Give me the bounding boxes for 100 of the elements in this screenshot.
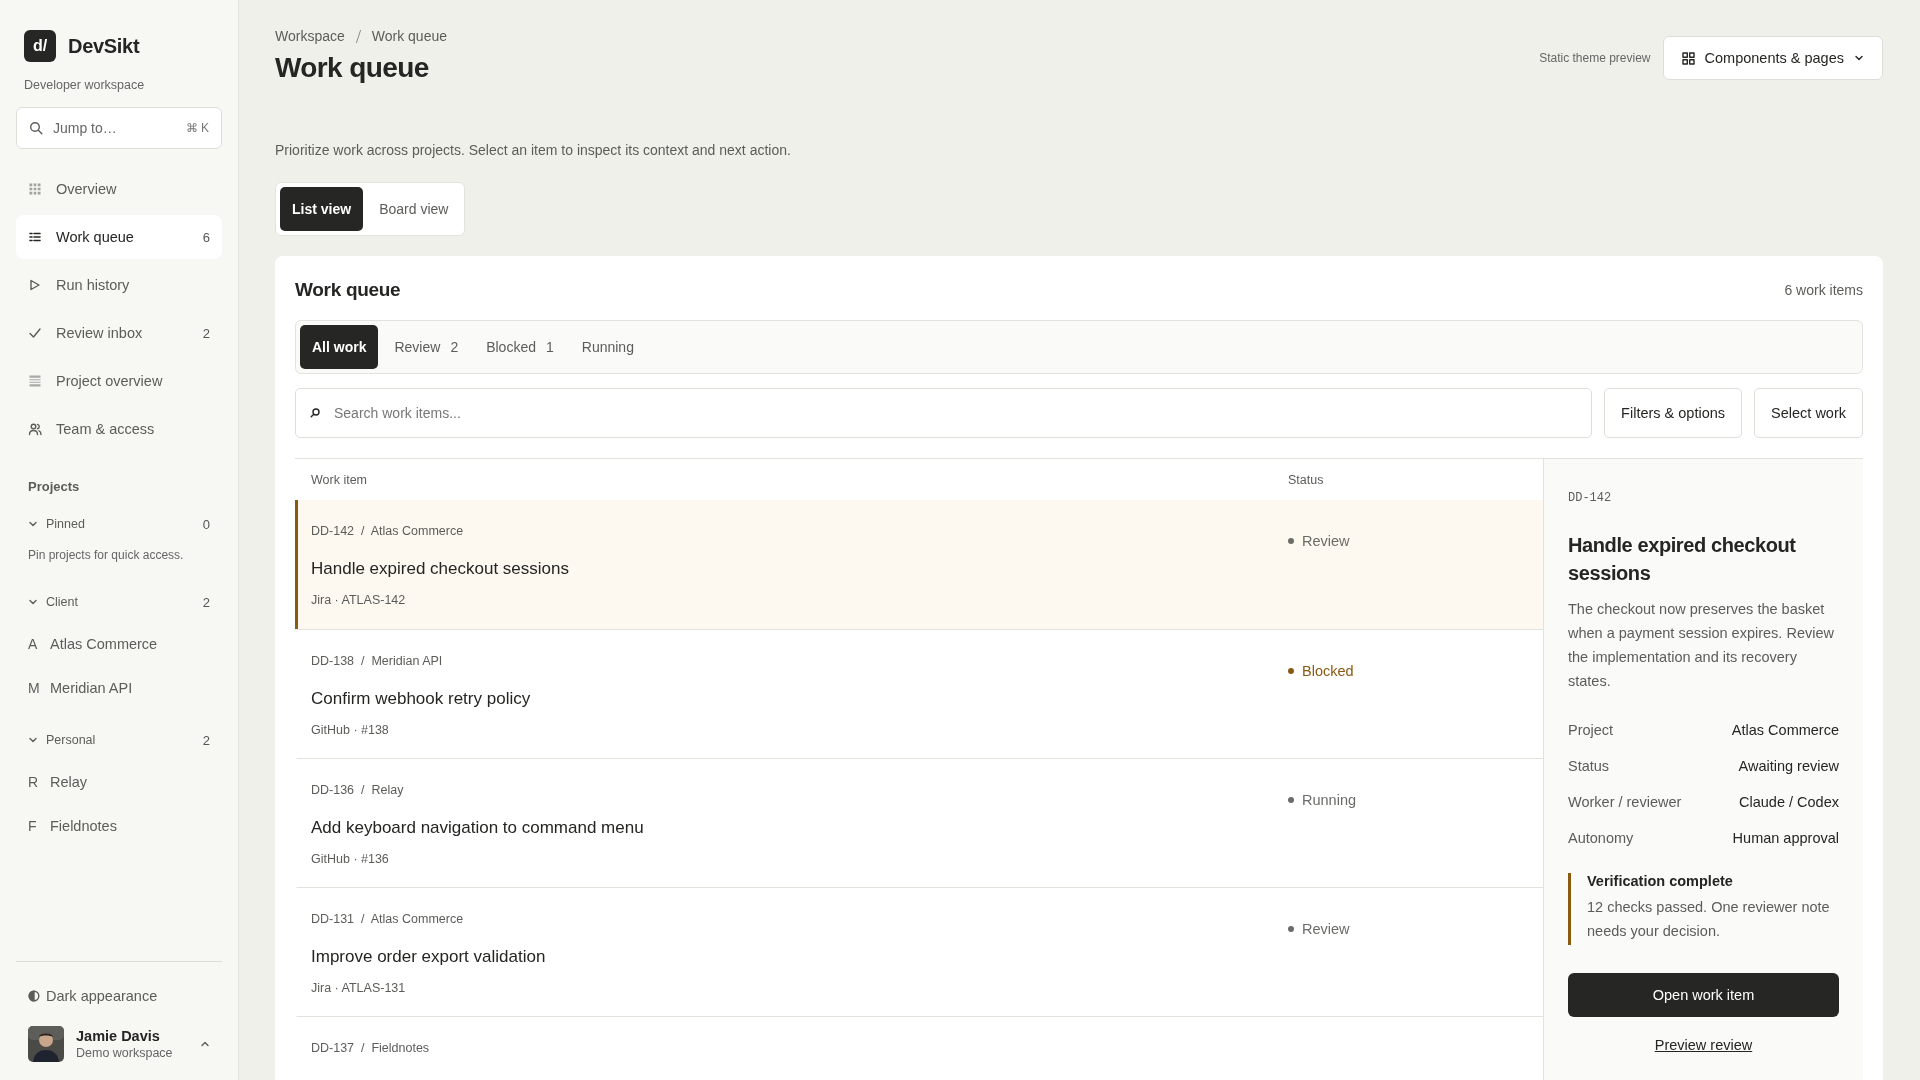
chevron-up-icon[interactable] bbox=[200, 1039, 210, 1049]
grid-icon bbox=[1681, 51, 1695, 65]
item-meta: DD-142 / Atlas Commerce bbox=[311, 524, 465, 538]
item-title: Confirm webhook retry policy bbox=[311, 689, 532, 709]
preview-link[interactable]: Preview review bbox=[1654, 1037, 1753, 1053]
jump-box[interactable]: Jump to… ⌘ K bbox=[16, 107, 222, 149]
note-text: 12 checks passed. One reviewer note needs your decision. bbox=[1587, 898, 1831, 941]
work-row[interactable]: DD-131 / Atlas Commerce Improve order export validation Jira · ATLAS-131 Review bbox=[295, 887, 1543, 1016]
chevron-icon bbox=[28, 735, 38, 745]
chevron-icon bbox=[28, 519, 38, 529]
theme-label: Static theme preview bbox=[1539, 51, 1651, 65]
column-header: Status bbox=[1288, 472, 1325, 487]
field-value: Atlas Commerce bbox=[1731, 721, 1839, 740]
item-count: 6 work items bbox=[1784, 282, 1863, 298]
field-label: Status bbox=[1568, 757, 1610, 776]
nav-item[interactable]: Overview bbox=[16, 167, 222, 211]
note-title: Verification complete bbox=[1587, 873, 1734, 889]
breadcrumb-link[interactable]: Workspace bbox=[275, 28, 345, 44]
app-name: DevSikt bbox=[68, 34, 140, 58]
group-toggle[interactable]: Client 2 bbox=[16, 582, 222, 622]
filter-tab[interactable]: Running bbox=[569, 325, 646, 369]
status-label: Review bbox=[1302, 921, 1350, 937]
search-icon bbox=[310, 408, 320, 418]
open-button[interactable]: Open work item bbox=[1568, 973, 1839, 1017]
empty-hint: Pin projects for quick access. bbox=[27, 547, 185, 564]
chevron-icon bbox=[28, 597, 38, 607]
item-source: GitHub · #138 bbox=[311, 723, 390, 737]
user-name: Jamie Davis bbox=[76, 1028, 161, 1044]
logo[interactable]: d/ bbox=[24, 30, 56, 62]
project-link[interactable]: Meridian API bbox=[50, 680, 133, 696]
item-meta: DD-136 / Relay bbox=[311, 783, 405, 797]
field-value: Awaiting review bbox=[1738, 757, 1839, 776]
menu-button[interactable]: Components & pages bbox=[1662, 36, 1883, 80]
work-row[interactable]: DD-137 / Fieldnotes bbox=[295, 1016, 1543, 1080]
detail-description: The checkout now preserves the basket when a payment session expires. Review the implementation and its recovery states. bbox=[1568, 600, 1835, 691]
status-label: Review bbox=[1302, 533, 1350, 549]
nav-item[interactable]: Team & access bbox=[16, 407, 222, 451]
group-toggle[interactable]: Pinned 0 bbox=[16, 504, 222, 544]
project-link[interactable]: Fieldnotes bbox=[50, 818, 117, 834]
item-meta: DD-137 / Fieldnotes bbox=[311, 1041, 431, 1055]
field-label: Project bbox=[1568, 721, 1614, 740]
toolbar-button[interactable]: Select work bbox=[1754, 388, 1863, 438]
filter-tab[interactable]: Review 2 bbox=[382, 325, 471, 369]
shortcut-hint: ⌘ K bbox=[185, 121, 209, 135]
project-link[interactable]: Relay bbox=[50, 774, 88, 790]
page-title: Work queue bbox=[275, 52, 430, 84]
field-value: Human approval bbox=[1732, 829, 1839, 848]
project-initial: R bbox=[28, 774, 38, 790]
project-initial: A bbox=[28, 636, 38, 652]
item-title: Add keyboard navigation to command menu bbox=[311, 818, 645, 838]
list-icon bbox=[28, 230, 42, 244]
group-toggle[interactable]: Personal 2 bbox=[16, 720, 222, 760]
project-initial: M bbox=[28, 680, 38, 696]
jump-field[interactable]: Jump to… bbox=[51, 119, 178, 137]
grid-icon bbox=[28, 182, 42, 196]
item-meta: DD-138 / Meridian API bbox=[311, 654, 444, 668]
nav-item[interactable]: Review inbox 2 bbox=[16, 311, 222, 355]
field-value: Claude / Codex bbox=[1739, 793, 1839, 812]
view-tab[interactable]: List view bbox=[280, 187, 364, 231]
detail-title: Handle expired checkout sessions bbox=[1568, 533, 1797, 586]
toolbar-button[interactable]: Filters & options bbox=[1604, 388, 1743, 438]
column-header: Work item bbox=[311, 472, 369, 487]
half-circle-icon bbox=[28, 990, 40, 1002]
field-label: Worker / reviewer bbox=[1568, 793, 1682, 812]
search-box[interactable]: Search work items... bbox=[295, 388, 1593, 438]
filter-tab[interactable]: All work bbox=[300, 325, 379, 369]
project-link[interactable]: Atlas Commerce bbox=[50, 636, 158, 652]
item-source: GitHub · #136 bbox=[311, 852, 390, 866]
user-workspace: Demo workspace bbox=[76, 1046, 174, 1060]
people-icon bbox=[28, 422, 42, 436]
item-title: Improve order export validation bbox=[311, 947, 547, 967]
work-row[interactable]: DD-138 / Meridian API Confirm webhook retry policy GitHub · #138 Blocked bbox=[295, 629, 1543, 758]
nav-item[interactable]: Work queue 6 bbox=[16, 215, 222, 259]
item-id: DD-142 bbox=[1568, 491, 1613, 505]
item-source: Jira · ATLAS-142 bbox=[311, 593, 407, 607]
nav-item[interactable]: Run history bbox=[16, 263, 222, 307]
project-initial: F bbox=[28, 818, 38, 834]
play-icon bbox=[28, 278, 42, 292]
check-icon bbox=[28, 326, 42, 340]
status-label: Running bbox=[1302, 792, 1356, 808]
breadcrumb-link[interactable]: Work queue bbox=[371, 28, 447, 44]
rows-icon bbox=[28, 374, 42, 388]
workspace-label: Developer workspace bbox=[24, 78, 146, 92]
item-title: Handle expired checkout sessions bbox=[311, 559, 570, 579]
nav-item[interactable]: Project overview bbox=[16, 359, 222, 403]
status-label: Blocked bbox=[1302, 663, 1354, 679]
section-heading: Projects bbox=[28, 479, 81, 494]
card-title: Work queue bbox=[295, 279, 401, 301]
filter-tab[interactable]: Blocked 1 bbox=[474, 325, 566, 369]
field-label: Autonomy bbox=[1568, 829, 1634, 848]
view-tab[interactable]: Board view bbox=[367, 187, 461, 231]
item-meta: DD-131 / Atlas Commerce bbox=[311, 912, 465, 926]
work-row[interactable]: DD-142 / Atlas Commerce Handle expired checkout sessions Jira · ATLAS-142 Review bbox=[295, 500, 1543, 629]
search-icon bbox=[29, 121, 43, 135]
page-description: Prioritize work across projects. Select an item to inspect its context and next action. bbox=[275, 142, 792, 158]
item-source: Jira · ATLAS-131 bbox=[311, 981, 407, 995]
work-row[interactable]: DD-136 / Relay Add keyboard navigation to command menu GitHub · #136 Running bbox=[295, 758, 1543, 887]
search-field[interactable]: Search work items... bbox=[332, 404, 1578, 422]
chevron-icon bbox=[1854, 53, 1864, 63]
appearance-toggle[interactable]: Dark appearance bbox=[16, 976, 222, 1016]
